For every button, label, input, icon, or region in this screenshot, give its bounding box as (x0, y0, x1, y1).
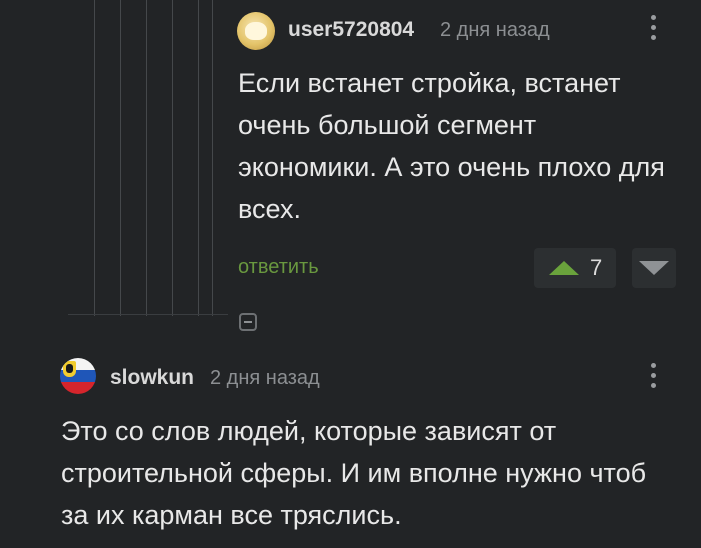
thread-line (172, 0, 173, 316)
vote-count: 7 (590, 255, 603, 280)
more-menu-icon[interactable] (647, 363, 659, 395)
thread-line (146, 0, 147, 316)
comment-timestamp: 2 дня назад (440, 19, 550, 41)
avatar[interactable] (237, 12, 275, 50)
comment-username[interactable]: slowkun (110, 366, 194, 390)
collapse-thread-button[interactable] (239, 313, 257, 331)
comment-username[interactable]: user5720804 (288, 18, 414, 42)
avatar[interactable] (60, 358, 96, 394)
comment-text: Если встанет стройка, встанет очень боль… (238, 68, 665, 224)
arrow-up-icon (549, 261, 579, 275)
comment-timestamp: 2 дня назад (210, 367, 320, 389)
thread-divider (68, 314, 228, 315)
flag-avatar-icon (63, 361, 76, 377)
arrow-down-icon (639, 261, 669, 275)
more-menu-icon[interactable] (647, 15, 659, 47)
upvote-button[interactable]: 7 (534, 248, 616, 288)
comment-text: Это со слов людей, которые зависят от ст… (61, 416, 647, 530)
thread-line (94, 0, 95, 316)
reply-button[interactable]: ответить (238, 256, 319, 279)
downvote-button[interactable] (632, 248, 676, 288)
thread-line (198, 0, 199, 316)
thread-line (120, 0, 121, 316)
thread-line (212, 0, 213, 316)
avatar-icon (245, 22, 267, 40)
